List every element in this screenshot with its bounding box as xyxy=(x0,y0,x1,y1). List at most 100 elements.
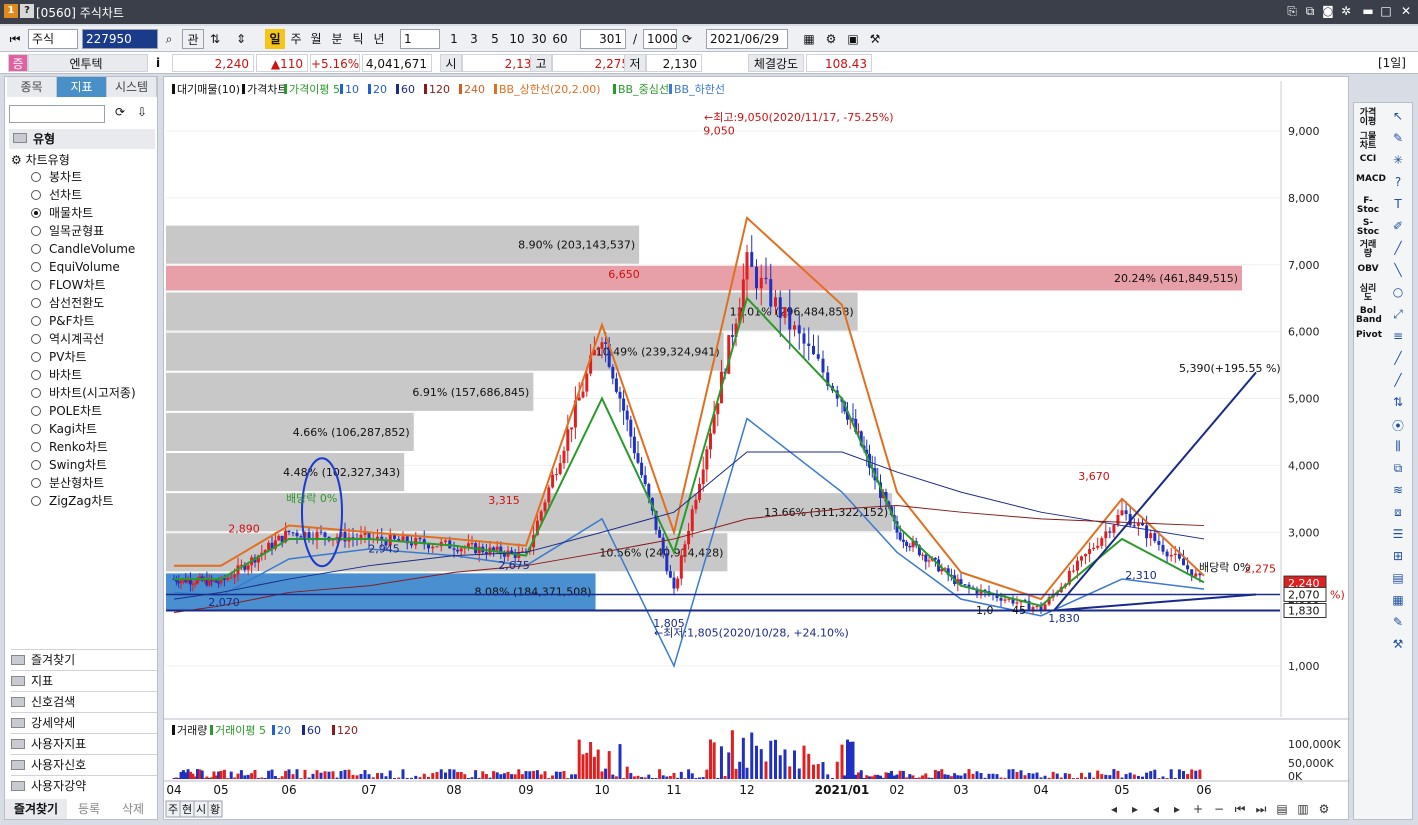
draw-tool-icon-4[interactable]: T xyxy=(1388,197,1408,213)
period-minute[interactable]: 분 xyxy=(327,29,347,49)
indicator-tool-2[interactable]: CCI xyxy=(1356,155,1380,164)
scroll-control-icon[interactable]: ▸ xyxy=(1174,802,1180,816)
total-input[interactable]: 1000 xyxy=(643,29,678,49)
scroll-control-icon[interactable]: ▸ xyxy=(1132,802,1138,816)
indicator-tool-8[interactable]: 심리도 xyxy=(1356,285,1380,303)
radio-icon[interactable] xyxy=(31,388,41,398)
bottom-tab-0[interactable]: 주 xyxy=(168,803,178,816)
indicator-tool-3[interactable]: MACD xyxy=(1356,175,1386,184)
chart-type-4[interactable]: CandleVolume xyxy=(31,241,135,258)
interval-1[interactable]: 1 xyxy=(446,29,462,49)
bottom-tab-3[interactable]: 황 xyxy=(210,803,220,816)
help-icon[interactable]: ? xyxy=(20,4,34,18)
bottom-tab-delete[interactable]: 삭제 xyxy=(111,799,155,819)
folder-3[interactable]: 강세약세 xyxy=(11,712,157,732)
chart-type-18[interactable]: ZigZag차트 xyxy=(31,493,113,510)
chart-type-6[interactable]: FLOW차트 xyxy=(31,277,106,294)
folder-2[interactable]: 신호검색 xyxy=(11,691,157,711)
indicator-tool-6[interactable]: 거래량 xyxy=(1356,241,1380,259)
share-icon[interactable]: ⧉ xyxy=(1302,3,1318,19)
chart-type-17[interactable]: 분산형차트 xyxy=(31,475,104,492)
bottom-tab-favorites[interactable]: 즐겨찾기 xyxy=(5,799,67,819)
settings-icon[interactable]: ✲ xyxy=(1338,3,1354,19)
chart-type-3[interactable]: 일목균형표 xyxy=(31,223,104,240)
date-input[interactable]: 2021/06/29 xyxy=(706,29,788,49)
scroll-control-icon[interactable]: ◂ xyxy=(1111,802,1117,816)
chart-area[interactable]: 9,0008,0007,0006,0005,0004,0003,0002,000… xyxy=(163,76,1350,820)
interval-select[interactable]: 1 xyxy=(400,29,440,49)
radio-icon[interactable] xyxy=(31,352,41,362)
radio-icon[interactable] xyxy=(31,370,41,380)
bottom-tab-2[interactable]: 시 xyxy=(196,803,206,816)
chart-type-11[interactable]: 바차트 xyxy=(31,367,82,384)
radio-icon[interactable] xyxy=(31,280,41,290)
interval-5[interactable]: 5 xyxy=(487,29,503,49)
chart-type-2[interactable]: 매물차트 xyxy=(31,205,93,222)
chart-type-9[interactable]: 역시계곡선 xyxy=(31,331,104,348)
radio-icon[interactable] xyxy=(31,244,41,254)
radio-icon[interactable] xyxy=(31,496,41,506)
refresh-icon[interactable]: ⟳ xyxy=(111,105,129,123)
refresh-icon[interactable]: ⟳ xyxy=(679,29,695,49)
scroll-control-icon[interactable]: ▥ xyxy=(1297,802,1308,816)
period-tick[interactable]: 틱 xyxy=(348,29,368,49)
gwan-button[interactable]: 관 xyxy=(182,29,204,49)
draw-tool-icon-17[interactable]: ≋ xyxy=(1388,483,1408,499)
radio-icon[interactable] xyxy=(31,406,41,416)
draw-tool-icon-2[interactable]: ✳ xyxy=(1388,153,1408,169)
draw-tool-icon-24[interactable]: ⚒ xyxy=(1388,637,1408,653)
market-select[interactable]: 주식 xyxy=(28,29,78,49)
radio-icon[interactable] xyxy=(31,316,41,326)
period-year[interactable]: 년 xyxy=(369,29,389,49)
search-icon[interactable]: ⌕ xyxy=(160,29,178,49)
indicator-tool-1[interactable]: 그물차트 xyxy=(1356,133,1380,151)
interval-60[interactable]: 60 xyxy=(549,29,571,49)
draw-tool-icon-20[interactable]: ⊞ xyxy=(1388,549,1408,565)
spin-icon[interactable]: ⇕ xyxy=(228,29,254,49)
draw-tool-icon-14[interactable]: ⦿ xyxy=(1388,417,1408,433)
indicator-tool-4[interactable]: F-Stoc xyxy=(1356,197,1380,215)
draw-tool-icon-15[interactable]: ⫼ xyxy=(1388,439,1408,455)
radio-icon[interactable] xyxy=(31,190,41,200)
chart-type-7[interactable]: 삼선전환도 xyxy=(31,295,104,312)
indicator-tool-0[interactable]: 가격이평 xyxy=(1356,109,1380,127)
chart-type-14[interactable]: Kagi차트 xyxy=(31,421,97,438)
maximize-icon[interactable]: □ xyxy=(1378,3,1394,19)
draw-tool-icon-13[interactable]: ⇅ xyxy=(1388,395,1408,411)
tab-stock[interactable]: 종목 xyxy=(7,77,57,97)
link-icon[interactable]: ⎘ xyxy=(1284,3,1300,19)
draw-tool-icon-7[interactable]: ╲ xyxy=(1388,263,1408,279)
download-icon[interactable]: ⇩ xyxy=(133,105,151,123)
radio-icon[interactable] xyxy=(31,478,41,488)
minimize-icon[interactable]: ▬ xyxy=(1360,3,1376,19)
period-week[interactable]: 주 xyxy=(286,29,306,49)
radio-icon[interactable] xyxy=(31,460,41,470)
scroll-control-icon[interactable]: + xyxy=(1193,802,1203,816)
draw-tool-icon-16[interactable]: ⧉ xyxy=(1388,461,1408,477)
folder-6[interactable]: 사용자강약 xyxy=(11,775,157,795)
count-input[interactable]: 301 xyxy=(580,29,626,49)
draw-tool-icon-0[interactable]: ↖ xyxy=(1388,109,1408,125)
folder-4[interactable]: 사용자지표 xyxy=(11,733,157,753)
indicator-tool-9[interactable]: Bol Band xyxy=(1356,307,1382,325)
folder-5[interactable]: 사용자신호 xyxy=(11,754,157,774)
draw-tool-icon-21[interactable]: ▤ xyxy=(1388,571,1408,587)
radio-icon[interactable] xyxy=(31,424,41,434)
chart-type-1[interactable]: 선차트 xyxy=(31,187,82,204)
draw-tool-icon-23[interactable]: ✎ xyxy=(1388,615,1408,631)
tools-icon[interactable]: ⚒ xyxy=(866,29,884,49)
scroll-control-icon[interactable]: ⚙ xyxy=(1319,802,1330,816)
chart-type-13[interactable]: POLE차트 xyxy=(31,403,102,420)
scroll-control-icon[interactable]: ▤ xyxy=(1276,802,1287,816)
code-input[interactable]: 227950 xyxy=(82,29,158,49)
indicator-tool-10[interactable]: Pivot xyxy=(1356,331,1382,340)
draw-tool-icon-5[interactable]: ✐ xyxy=(1388,219,1408,235)
search-field[interactable] xyxy=(9,105,105,123)
period-day[interactable]: 일 xyxy=(265,29,285,49)
period-month[interactable]: 월 xyxy=(306,29,326,49)
radio-icon[interactable] xyxy=(31,442,41,452)
draw-tool-icon-19[interactable]: ☰ xyxy=(1388,527,1408,543)
draw-tool-icon-10[interactable]: ≡ xyxy=(1388,329,1408,345)
scroll-control-icon[interactable]: ⏭ xyxy=(1256,802,1267,816)
radio-icon[interactable] xyxy=(31,226,41,236)
